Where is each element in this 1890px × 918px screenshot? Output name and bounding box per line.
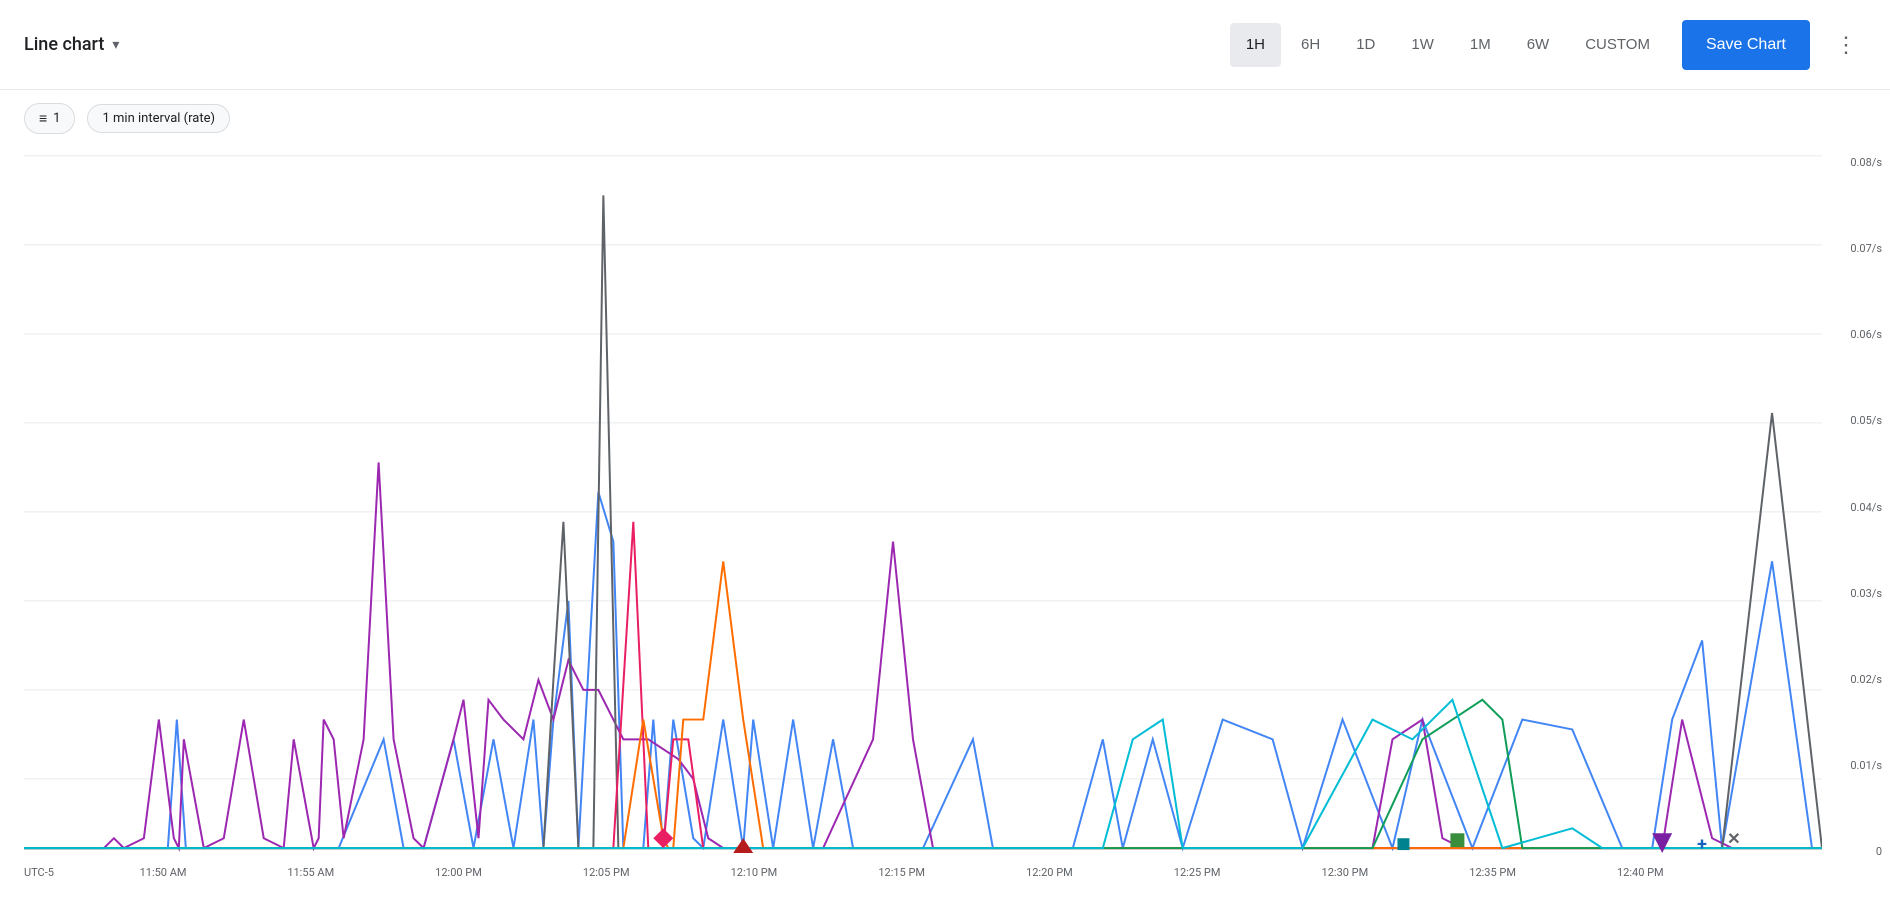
series-orange — [24, 561, 1822, 848]
marker-plus-blue: + — [1697, 834, 1707, 855]
y-label-8: 0 — [1830, 845, 1882, 858]
filter-pill[interactable]: ≡ 1 — [24, 103, 75, 134]
chart-type-selector[interactable]: Line chart ▾ — [24, 34, 119, 55]
x-label-1205: 12:05 PM — [583, 866, 630, 879]
y-axis-labels: 0.08/s 0.07/s 0.06/s 0.05/s 0.04/s 0.03/… — [1830, 146, 1890, 858]
series-purple — [24, 462, 1822, 848]
x-label-1235: 12:35 PM — [1469, 866, 1516, 879]
marker-triangle-purple — [1652, 833, 1672, 853]
sub-bar: ≡ 1 1 min interval (rate) — [0, 90, 1890, 146]
time-btn-1m[interactable]: 1M — [1454, 23, 1507, 67]
time-range-group: 1H 6H 1D 1W 1M 6W CUSTOM — [1230, 23, 1666, 67]
time-btn-1w[interactable]: 1W — [1395, 23, 1450, 67]
marker-square-green — [1450, 833, 1464, 847]
y-label-5: 0.03/s — [1830, 587, 1882, 600]
save-chart-button[interactable]: Save Chart — [1682, 20, 1810, 70]
marker-triangle-down — [733, 838, 753, 853]
y-label-6: 0.02/s — [1830, 673, 1882, 686]
y-label-7: 0.01/s — [1830, 759, 1882, 772]
more-options-button[interactable]: ⋮ — [1826, 25, 1866, 65]
chart-type-label: Line chart — [24, 34, 104, 55]
series-teal — [24, 700, 1822, 848]
x-label-1225: 12:25 PM — [1174, 866, 1221, 879]
interval-pill[interactable]: 1 min interval (rate) — [87, 104, 230, 133]
x-label-1200: 12:00 PM — [435, 866, 482, 879]
chart-area: 0.08/s 0.07/s 0.06/s 0.05/s 0.04/s 0.03/… — [0, 146, 1890, 918]
interval-label: 1 min interval (rate) — [102, 111, 215, 126]
x-label-1215: 12:15 PM — [878, 866, 925, 879]
y-label-4: 0.04/s — [1830, 501, 1882, 514]
time-btn-6w[interactable]: 6W — [1511, 23, 1566, 67]
y-label-3: 0.05/s — [1830, 414, 1882, 427]
time-btn-1d[interactable]: 1D — [1340, 23, 1391, 67]
y-label-1: 0.07/s — [1830, 242, 1882, 255]
x-label-1240: 12:40 PM — [1617, 866, 1664, 879]
x-label-1210: 12:10 PM — [731, 866, 778, 879]
x-label-1150: 11:50 AM — [140, 866, 187, 879]
dropdown-arrow-icon: ▾ — [112, 37, 119, 53]
x-label-1155: 11:55 AM — [287, 866, 334, 879]
x-label-1230: 12:30 PM — [1322, 866, 1369, 879]
marker-square-teal — [1397, 838, 1409, 850]
line-chart-svg: + ✕ — [24, 146, 1822, 858]
time-btn-1h[interactable]: 1H — [1230, 23, 1281, 67]
y-label-2: 0.06/s — [1830, 328, 1882, 341]
series-green — [24, 700, 1822, 848]
x-label-utc5: UTC-5 — [24, 866, 54, 879]
top-bar: Line chart ▾ 1H 6H 1D 1W 1M 6W CUSTOM Sa… — [0, 0, 1890, 90]
marker-x-gray: ✕ — [1727, 829, 1740, 848]
marker-diamond-pink — [653, 828, 673, 848]
y-label-0: 0.08/s — [1830, 156, 1882, 169]
more-icon: ⋮ — [1835, 32, 1857, 58]
filter-icon: ≡ — [39, 110, 47, 127]
time-btn-6h[interactable]: 6H — [1285, 23, 1336, 67]
time-btn-custom[interactable]: CUSTOM — [1569, 23, 1666, 67]
x-label-1220: 12:20 PM — [1026, 866, 1073, 879]
x-axis-labels: UTC-5 11:50 AM 11:55 AM 12:00 PM 12:05 P… — [0, 858, 1830, 918]
filter-count: 1 — [53, 111, 60, 126]
